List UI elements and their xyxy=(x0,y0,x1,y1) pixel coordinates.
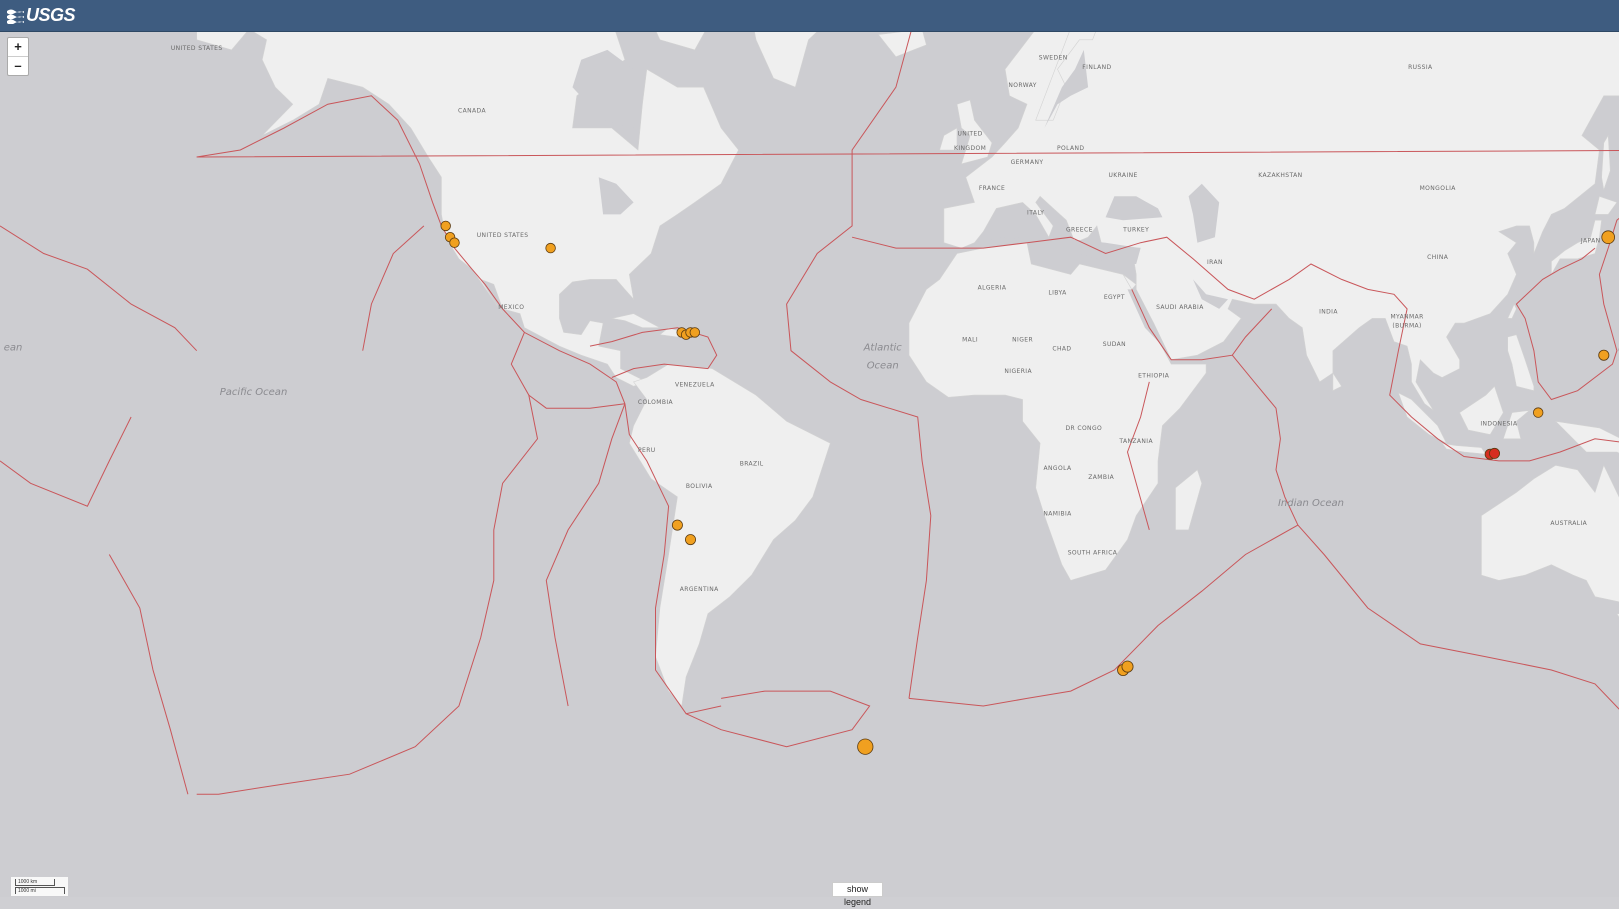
country-label: UNITED xyxy=(958,131,983,138)
earthquake-marker[interactable] xyxy=(440,220,451,232)
zoom-out-button[interactable]: – xyxy=(8,56,28,75)
country-label: BRAZIL xyxy=(740,460,764,467)
country-label: COLOMBIA xyxy=(638,399,674,406)
scale-mi: 1000 mi xyxy=(15,887,65,894)
usgs-header: USGS xyxy=(0,0,1619,32)
country-label: GREECE xyxy=(1066,227,1093,234)
country-label: SWEDEN xyxy=(1039,55,1068,62)
map-canvas[interactable]: Arctic OceanArctic OceanArctic OceanPaci… xyxy=(0,32,1619,897)
country-label: (BURMA) xyxy=(1392,323,1421,330)
country-label: SOUTH AFRICA xyxy=(1068,550,1118,557)
country-label: AUSTRALIA xyxy=(1550,520,1587,527)
country-label: BOLIVIA xyxy=(686,483,713,490)
country-label: KAZAKHSTAN xyxy=(1258,172,1302,179)
zoom-in-button[interactable]: + xyxy=(8,38,28,56)
country-label: ITALY xyxy=(1027,209,1044,216)
country-label: VENEZUELA xyxy=(675,381,715,388)
zoom-control[interactable]: + – xyxy=(7,37,29,76)
show-legend-button[interactable]: show legend xyxy=(832,882,883,907)
earthquake-marker[interactable] xyxy=(1598,349,1610,361)
country-label: MALI xyxy=(962,337,978,344)
country-label: NIGERIA xyxy=(1004,368,1032,375)
scale-bar: 1000 km 1000 mi xyxy=(11,877,68,896)
country-label: NIGER xyxy=(1012,337,1033,344)
country-label: INDIA xyxy=(1319,309,1338,316)
ocean-label-indian: Indian Ocean xyxy=(1278,498,1344,509)
usgs-logo[interactable]: USGS xyxy=(7,5,76,26)
earthquake-marker[interactable] xyxy=(689,327,701,338)
country-label: FINLAND xyxy=(1082,64,1111,71)
country-label: UNITED STATES xyxy=(477,232,529,239)
earthquake-marker[interactable] xyxy=(1601,230,1615,245)
country-label: CANADA xyxy=(458,107,486,114)
country-label: DR CONGO xyxy=(1065,425,1102,432)
usgs-waves-icon xyxy=(7,9,24,24)
country-label: ANGOLA xyxy=(1044,465,1072,472)
country-label: MYANMAR xyxy=(1390,313,1423,320)
country-label: LIBYA xyxy=(1048,289,1067,296)
earthquake-marker[interactable] xyxy=(1532,407,1544,418)
scale-km: 1000 km xyxy=(15,879,55,886)
country-label: GERMANY xyxy=(1011,159,1044,166)
country-label: ARGENTINA xyxy=(680,586,719,593)
usgs-logo-text: USGS xyxy=(26,5,76,25)
country-label: SUDAN xyxy=(1103,341,1126,348)
earthquake-marker[interactable] xyxy=(685,534,697,546)
country-label: ALGERIA xyxy=(978,284,1007,291)
country-label: KINGDOM xyxy=(954,145,986,152)
country-label: CHINA xyxy=(1427,254,1449,261)
ocean-label-ocean-edge: ean xyxy=(4,343,23,354)
earthquake-marker[interactable] xyxy=(1121,660,1134,673)
ocean-label-atlantic-1: Atlantic xyxy=(863,343,903,354)
earthquake-marker[interactable] xyxy=(1489,447,1501,459)
country-label: JAPAN xyxy=(1580,238,1601,245)
country-label: EGYPT xyxy=(1104,294,1125,301)
country-label: SAUDI ARABIA xyxy=(1156,304,1204,311)
ocean-label-pacific-1: Pacific Ocean xyxy=(220,387,288,398)
country-label: UNITED STATES xyxy=(171,45,223,52)
country-label: INDONESIA xyxy=(1480,421,1518,428)
country-label: MONGOLIA xyxy=(1420,185,1457,192)
country-label: UKRAINE xyxy=(1108,172,1137,179)
country-label: IRAN xyxy=(1207,259,1223,266)
country-label: POLAND xyxy=(1057,145,1084,152)
country-label: FRANCE xyxy=(979,185,1005,192)
country-label: ETHIOPIA xyxy=(1138,373,1170,380)
country-label: TANZANIA xyxy=(1118,438,1153,445)
country-label: ZAMBIA xyxy=(1088,474,1114,481)
ocean-label-atlantic-2: Ocean xyxy=(867,361,899,372)
earthquake-map[interactable]: Arctic OceanArctic OceanArctic OceanPaci… xyxy=(0,32,1619,897)
country-label: PERU xyxy=(638,447,656,454)
earthquake-marker[interactable] xyxy=(449,237,460,248)
country-label: RUSSIA xyxy=(1408,64,1433,71)
country-label: NORWAY xyxy=(1008,82,1036,89)
earthquake-marker[interactable] xyxy=(857,738,874,755)
earthquake-marker[interactable] xyxy=(671,519,683,531)
country-label: TURKEY xyxy=(1122,227,1149,234)
country-label: NAMIBIA xyxy=(1043,511,1072,518)
earthquake-marker[interactable] xyxy=(545,242,556,254)
country-label: MEXICO xyxy=(498,304,524,311)
country-label: CHAD xyxy=(1052,346,1071,353)
